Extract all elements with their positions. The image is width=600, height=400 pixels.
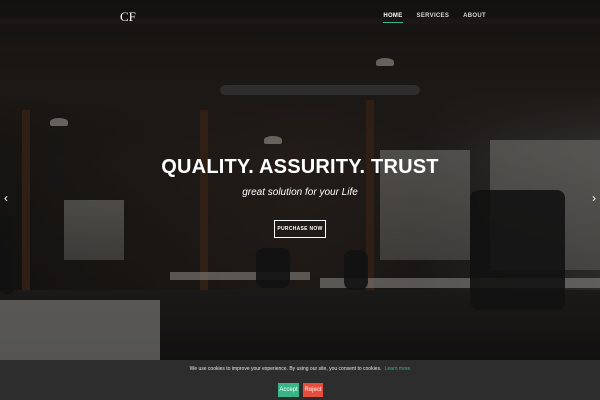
hero-headline: QUALITY. ASSURITY. TRUST	[161, 156, 439, 178]
nav-item-home[interactable]: HOME	[383, 13, 403, 23]
dark-overlay	[0, 0, 600, 360]
purchase-now-button[interactable]: PURCHASE NOW	[274, 220, 326, 238]
hero-background	[0, 0, 600, 360]
nav-item-about[interactable]: ABOUT	[463, 13, 486, 19]
hero-tagline: great solution for your Life	[242, 187, 358, 198]
learn-more-link[interactable]: Learn more	[385, 366, 411, 372]
reject-cookies-button[interactable]: Reject	[303, 383, 323, 397]
main-nav: HOME SERVICES ABOUT	[369, 13, 486, 23]
cookie-message-line: We use cookies to improve your experienc…	[0, 366, 600, 372]
cookie-consent-bar: We use cookies to improve your experienc…	[0, 360, 600, 400]
cookie-message: We use cookies to improve your experienc…	[189, 366, 382, 372]
nav-item-services[interactable]: SERVICES	[417, 13, 450, 19]
accept-cookies-button[interactable]: Accept	[278, 383, 299, 397]
site-logo[interactable]: CF	[120, 10, 136, 24]
